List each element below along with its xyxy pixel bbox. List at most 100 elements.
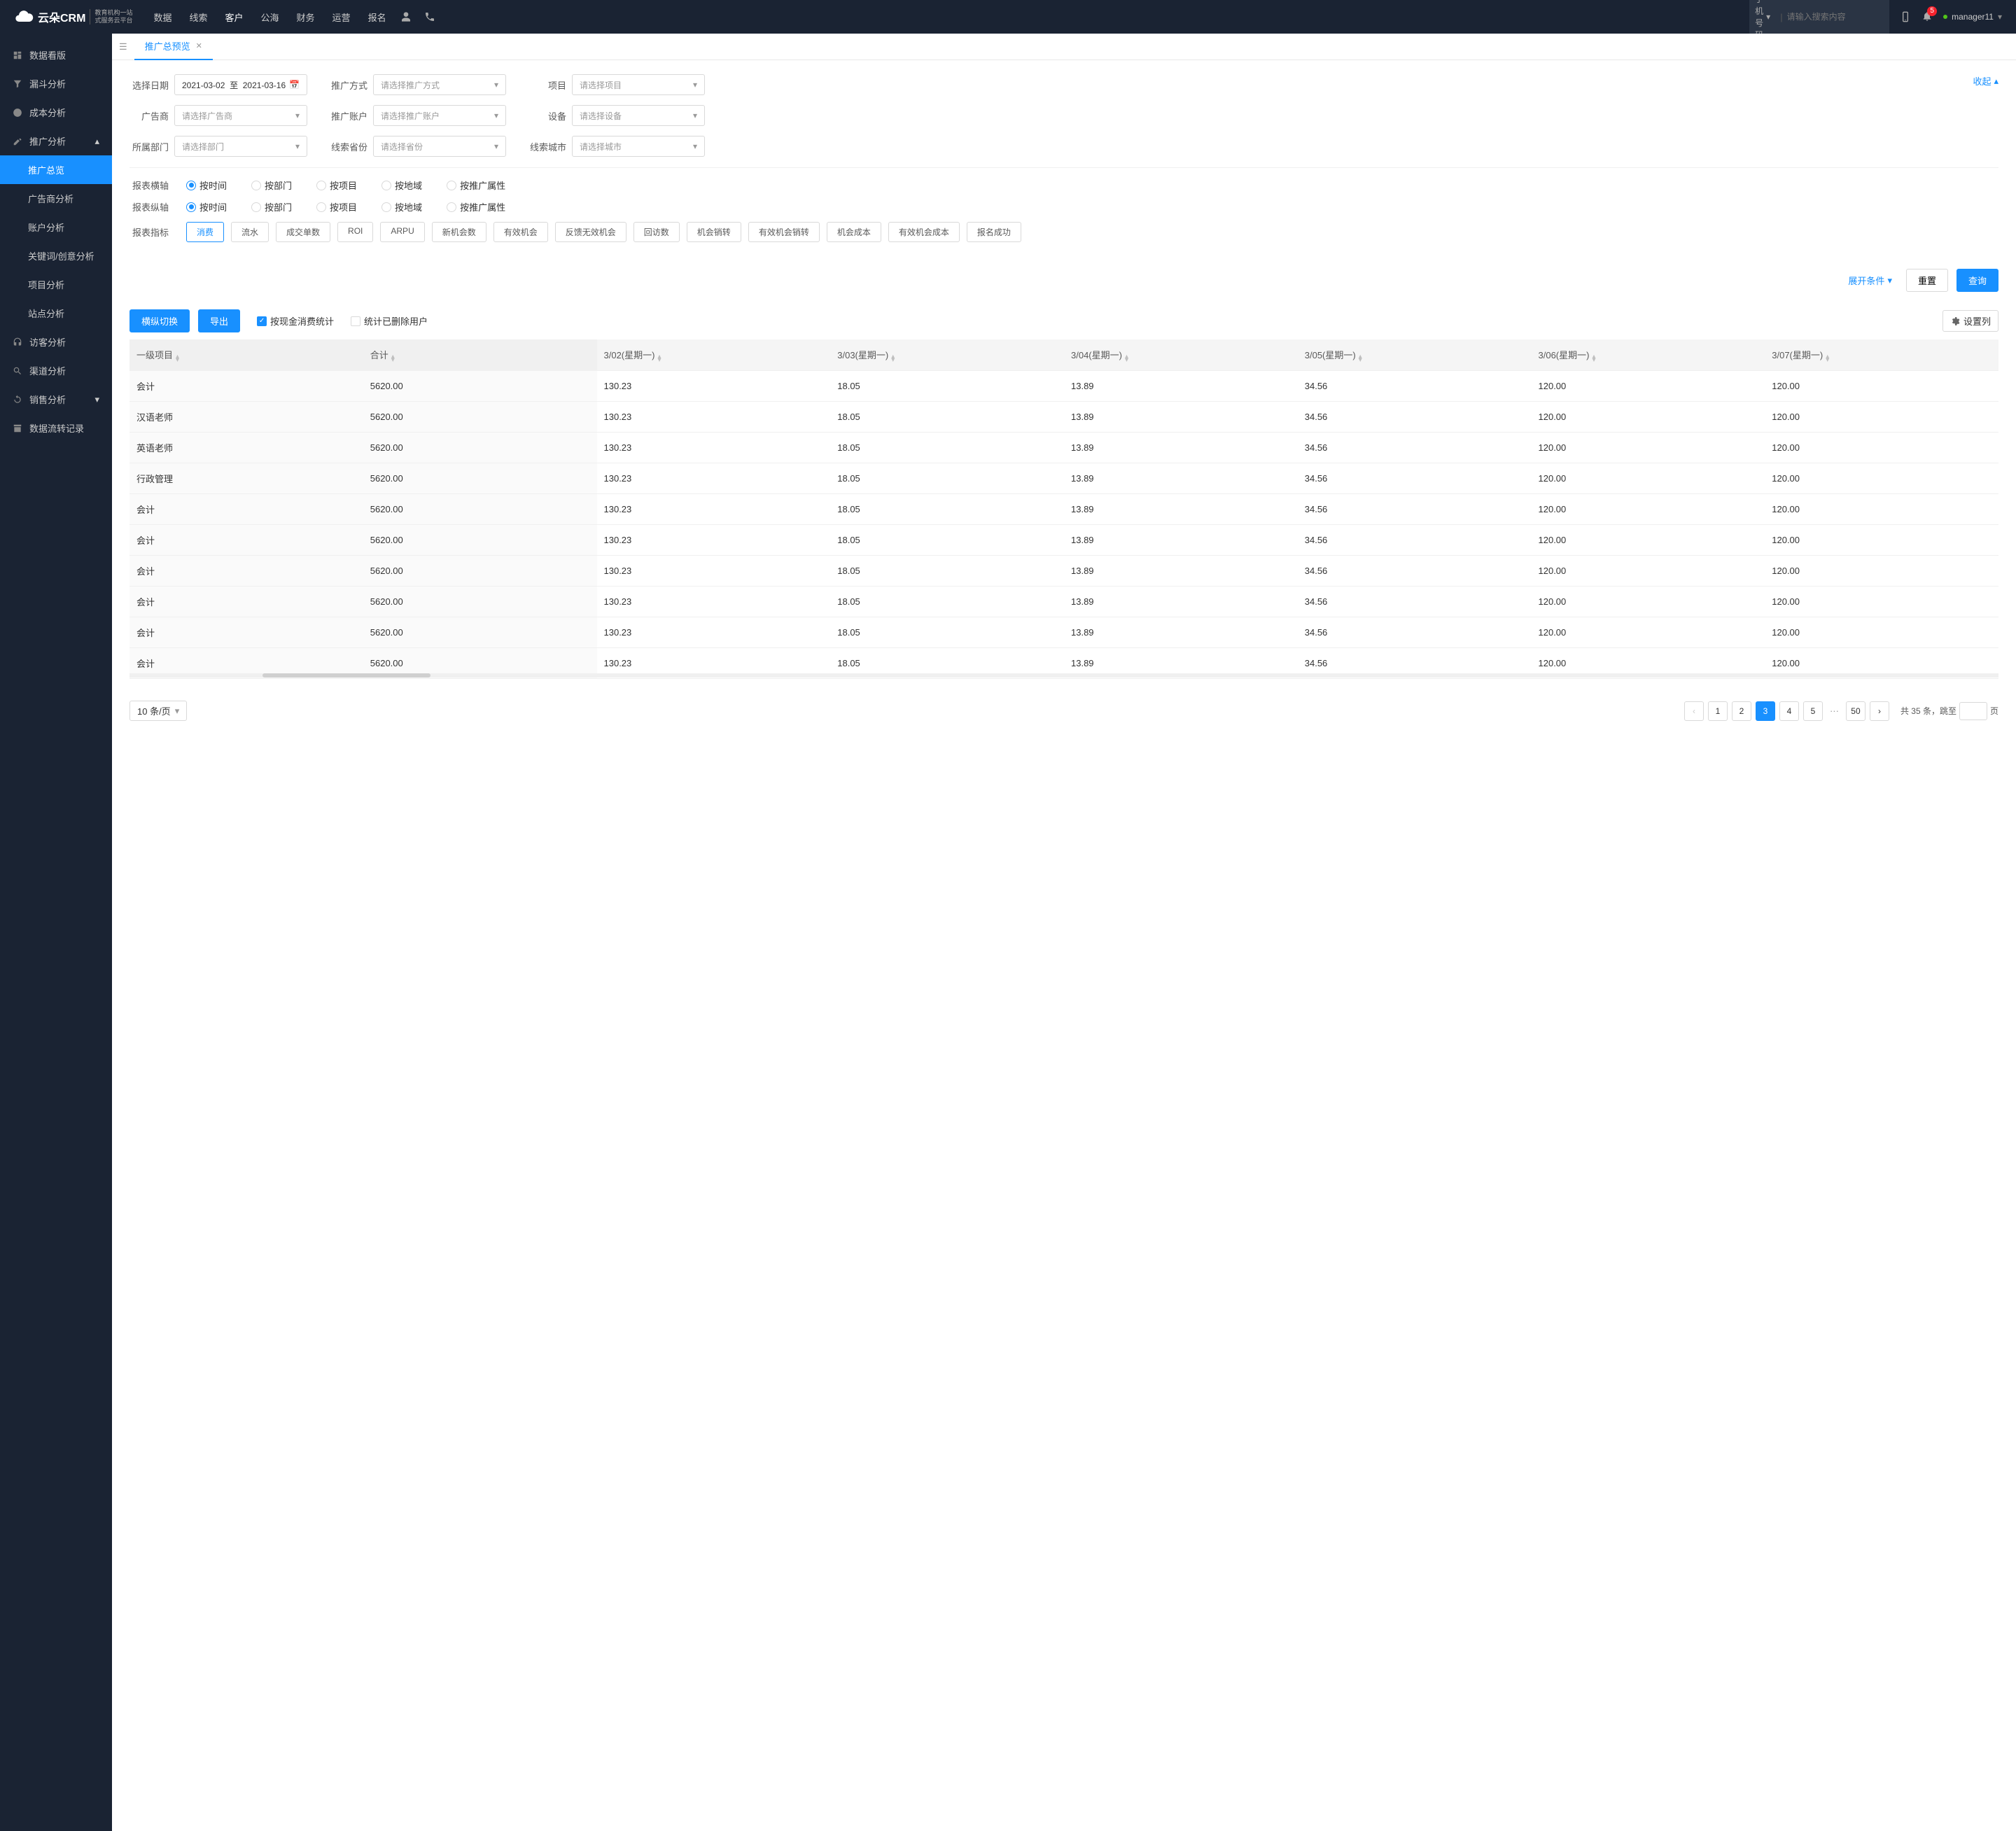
page-button[interactable]: 5	[1803, 701, 1823, 721]
query-button[interactable]: 查询	[1956, 269, 1998, 292]
city-select[interactable]: 请选择城市▾	[572, 136, 705, 157]
expand-conditions-link[interactable]: 展开条件▾	[1848, 274, 1892, 287]
table-cell: 5620.00	[363, 587, 597, 617]
radio-option[interactable]: 按部门	[251, 178, 292, 192]
sidebar-item[interactable]: 推广分析▴	[0, 127, 112, 155]
project-select[interactable]: 请选择项目▾	[572, 74, 705, 95]
promo-account-select[interactable]: 请选择推广账户▾	[373, 105, 506, 126]
user-menu[interactable]: manager11 ▾	[1943, 12, 2002, 22]
radio-option[interactable]: 按项目	[316, 200, 357, 213]
nav-item[interactable]: 线索	[189, 1, 207, 34]
sidebar-item[interactable]: 漏斗分析	[0, 69, 112, 98]
column-settings-button[interactable]: 设置列	[1942, 310, 1998, 332]
dept-select[interactable]: 请选择部门▾	[174, 136, 307, 157]
page-button[interactable]: 3	[1756, 701, 1775, 721]
sidebar-item[interactable]: 数据流转记录	[0, 414, 112, 442]
toggle-axis-button[interactable]: 横纵切换	[130, 309, 190, 332]
sidebar-subitem[interactable]: 账户分析	[0, 213, 112, 241]
nav-item[interactable]: 报名	[368, 1, 386, 34]
radio-option[interactable]: 按地域	[382, 200, 422, 213]
notification-bell[interactable]: 5	[1921, 10, 1933, 24]
reset-button[interactable]: 重置	[1906, 269, 1948, 292]
metric-tag[interactable]: 报名成功	[967, 222, 1021, 242]
sidebar-subitem[interactable]: 广告商分析	[0, 184, 112, 213]
radio-option[interactable]: 按推广属性	[447, 178, 505, 192]
radio-option[interactable]: 按推广属性	[447, 200, 505, 213]
metric-tag[interactable]: 有效机会成本	[888, 222, 960, 242]
sidebar-item[interactable]: 数据看版	[0, 41, 112, 69]
metric-tag[interactable]: 反馈无效机会	[555, 222, 626, 242]
device-select[interactable]: 请选择设备▾	[572, 105, 705, 126]
radio-option[interactable]: 按地域	[382, 178, 422, 192]
radio-option[interactable]: 按项目	[316, 178, 357, 192]
metric-tag[interactable]: 新机会数	[432, 222, 486, 242]
menu-toggle[interactable]: ☰	[119, 41, 127, 52]
page-button[interactable]: 1	[1708, 701, 1728, 721]
prev-page-button[interactable]: ‹	[1684, 701, 1704, 721]
scrollbar-thumb[interactable]	[262, 673, 430, 678]
search-input[interactable]	[1787, 12, 1896, 22]
sidebar-subitem[interactable]: 关键词/创意分析	[0, 241, 112, 270]
cash-checkbox[interactable]: 按现金消费统计	[257, 314, 334, 328]
nav-item[interactable]: 运营	[332, 1, 351, 34]
page-button[interactable]: 2	[1732, 701, 1751, 721]
nav-item[interactable]: 财务	[297, 1, 315, 34]
metric-tag[interactable]: ARPU	[380, 222, 424, 242]
table-cell: 会计	[130, 525, 363, 556]
mobile-icon[interactable]	[1900, 11, 1911, 22]
radio-option[interactable]: 按时间	[186, 178, 227, 192]
page-button[interactable]: 50	[1846, 701, 1865, 721]
nav-item[interactable]: 数据	[153, 1, 172, 34]
metric-tag[interactable]: 回访数	[634, 222, 680, 242]
tab-promo-overview[interactable]: 推广总预览 ✕	[134, 34, 213, 60]
phone-icon[interactable]	[424, 11, 435, 22]
nav-item[interactable]: 客户	[225, 1, 244, 34]
radio-icon	[316, 181, 326, 190]
metric-tag[interactable]: 消费	[186, 222, 224, 242]
sidebar-item[interactable]: 销售分析▾	[0, 385, 112, 414]
sidebar-item[interactable]: 成本分析	[0, 98, 112, 127]
col-header[interactable]: 3/06(星期一)▴▾	[1532, 339, 1765, 371]
user-icon[interactable]	[400, 11, 412, 22]
logo[interactable]: 云朵CRM 教育机构一站式服务云平台	[14, 7, 132, 27]
clock-icon	[13, 108, 22, 118]
table-row: 会计5620.00130.2318.0513.8934.56120.00120.…	[130, 525, 1998, 556]
col-header[interactable]: 3/03(星期一)▴▾	[830, 339, 1064, 371]
close-icon[interactable]: ✕	[196, 41, 202, 50]
promo-type-select[interactable]: 请选择推广方式▾	[373, 74, 506, 95]
deleted-checkbox[interactable]: 统计已删除用户	[351, 314, 428, 328]
sidebar-item[interactable]: 渠道分析	[0, 356, 112, 385]
province-select[interactable]: 请选择省份▾	[373, 136, 506, 157]
nav-item[interactable]: 公海	[261, 1, 279, 34]
sidebar-subitem[interactable]: 站点分析	[0, 299, 112, 328]
advertiser-select[interactable]: 请选择广告商▾	[174, 105, 307, 126]
metric-tag[interactable]: 成交单数	[276, 222, 330, 242]
radio-option[interactable]: 按时间	[186, 200, 227, 213]
page-jump-input[interactable]	[1959, 702, 1987, 720]
metric-tag[interactable]: 有效机会	[493, 222, 548, 242]
col-header[interactable]: 3/07(星期一)▴▾	[1765, 339, 1998, 371]
sidebar-item[interactable]: 访客分析	[0, 328, 112, 356]
online-dot-icon	[1943, 15, 1947, 19]
action-row: 展开条件▾ 重置 查询	[112, 263, 2016, 302]
page-size-select[interactable]: 10 条/页▾	[130, 701, 187, 721]
metric-tag[interactable]: 有效机会销转	[748, 222, 820, 242]
metric-tag[interactable]: ROI	[337, 222, 373, 242]
collapse-link[interactable]: 收起▴	[1973, 74, 1998, 87]
metric-tag[interactable]: 流水	[231, 222, 269, 242]
date-range-picker[interactable]: 2021-03-02 至 2021-03-16📅	[174, 74, 307, 95]
page-button[interactable]: 4	[1779, 701, 1799, 721]
col-header[interactable]: 合计▴▾	[363, 339, 597, 371]
metric-tag[interactable]: 机会销转	[687, 222, 741, 242]
radio-option[interactable]: 按部门	[251, 200, 292, 213]
col-header[interactable]: 3/04(星期一)▴▾	[1064, 339, 1298, 371]
col-header[interactable]: 3/02(星期一)▴▾	[597, 339, 831, 371]
horizontal-scrollbar[interactable]	[130, 673, 1998, 678]
col-header[interactable]: 一级项目▴▾	[130, 339, 363, 371]
col-header[interactable]: 3/05(星期一)▴▾	[1298, 339, 1532, 371]
sidebar-subitem[interactable]: 项目分析	[0, 270, 112, 299]
metric-tag[interactable]: 机会成本	[827, 222, 881, 242]
export-button[interactable]: 导出	[198, 309, 240, 332]
next-page-button[interactable]: ›	[1870, 701, 1889, 721]
sidebar-subitem[interactable]: 推广总览	[0, 155, 112, 184]
